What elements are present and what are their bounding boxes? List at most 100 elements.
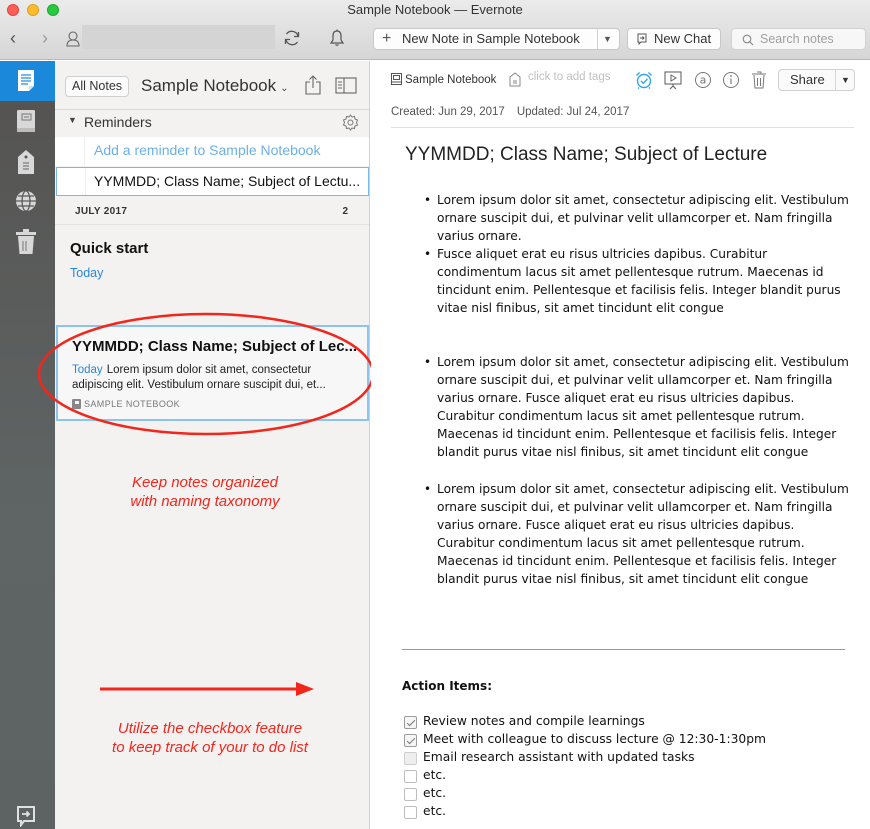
chat-icon — [637, 33, 647, 45]
action-items-heading: Action Items: — [402, 679, 492, 693]
month-label: JULY 2017 — [75, 206, 128, 217]
tags-input[interactable] — [528, 71, 628, 83]
notebook-link-label: Sample Notebook — [405, 74, 497, 86]
bullet-item: Lorem ipsum dolor sit amet, consectetur … — [401, 353, 851, 461]
todo-text: Meet with colleague to discuss lecture @… — [423, 732, 767, 746]
note-icon — [18, 70, 34, 91]
search-icon — [742, 34, 754, 46]
note-dates: Created: Jun 29, 2017 Updated: Jul 24, 20… — [391, 106, 629, 118]
add-reminder-link[interactable]: Add a reminder to Sample Notebook — [85, 137, 369, 166]
chevron-down-icon[interactable]: ▼ — [603, 29, 612, 49]
notebook-icon — [391, 73, 402, 85]
divider — [597, 29, 598, 49]
todo-text: etc. — [423, 786, 447, 800]
todo-checkbox[interactable] — [404, 752, 417, 765]
annotation-line: Utilize the checkbox feature — [117, 720, 303, 737]
account-name-field[interactable] — [82, 25, 275, 49]
chevron-down-icon[interactable]: ▼ — [841, 70, 850, 90]
new-note-label: New Note in Sample Notebook — [402, 31, 580, 46]
annotation-line: Keep notes organized — [132, 474, 278, 491]
note-list-header: All Notes Sample Notebook ⌄ — [55, 61, 369, 110]
reminders-header[interactable]: ▼ Reminders — [55, 111, 369, 136]
notebook-title: Sample Notebook — [141, 76, 277, 95]
todo-text: etc. — [423, 768, 447, 782]
annotation-ellipse — [37, 312, 375, 436]
note-title: Quick start — [70, 240, 149, 257]
forward-button[interactable]: › — [42, 28, 48, 48]
annotation-checkbox-text: Utilize the checkbox feature to keep tra… — [80, 719, 340, 757]
horizontal-rule — [402, 649, 845, 650]
editor-toolbar: Sample Notebook a — [371, 61, 870, 97]
note-editor: Sample Notebook a — [371, 61, 870, 829]
updated-date: Updated: Jul 24, 2017 — [516, 106, 630, 118]
reminder-spacer — [55, 137, 85, 166]
created-date: Created: Jun 29, 2017 — [391, 106, 505, 118]
all-notes-button[interactable]: All Notes — [65, 76, 130, 97]
todo-checkbox[interactable] — [404, 806, 417, 819]
chevron-down-icon[interactable]: ▼ — [68, 115, 77, 125]
bullet-list: Lorem ipsum dolor sit amet, consectetur … — [401, 480, 851, 588]
chevron-down-icon: ⌄ — [280, 83, 289, 94]
todo-text: Review notes and compile learnings — [423, 714, 645, 728]
trash-icon[interactable] — [751, 71, 767, 89]
share-button[interactable]: Share ▼ — [778, 69, 855, 91]
reminder-item[interactable]: YYMMDD; Class Name; Subject of Lectu... — [56, 167, 369, 196]
annotation-line: to keep track of your to do list — [112, 739, 308, 756]
divider — [85, 168, 86, 195]
sidebar — [0, 61, 55, 829]
view-options-icon[interactable] — [335, 77, 357, 94]
bullet-item: Lorem ipsum dolor sit amet, consectetur … — [401, 191, 851, 245]
tag-icon — [18, 150, 34, 174]
todo-text: Email research assistant with updated ta… — [423, 750, 695, 764]
bullet-list: Lorem ipsum dolor sit amet, consectetur … — [401, 353, 851, 461]
search-box[interactable] — [731, 28, 866, 50]
presentation-icon[interactable] — [664, 71, 682, 90]
note-body[interactable]: Lorem ipsum dolor sit amet, consectetur … — [401, 191, 851, 588]
trash-icon — [16, 229, 36, 254]
at-mention-icon[interactable]: a — [694, 71, 712, 89]
todo-checkbox[interactable] — [404, 770, 417, 783]
window-title: Sample Notebook — Evernote — [347, 2, 523, 17]
notebook-link[interactable]: Sample Notebook — [391, 73, 496, 86]
annotation-arrow — [100, 682, 314, 696]
bullet-item: Fusce aliquet erat eu risus ultricies da… — [401, 245, 851, 317]
reminder-alarm-icon[interactable] — [635, 71, 653, 89]
note-list-panel: All Notes Sample Notebook ⌄ ▼ Reminders A… — [55, 61, 370, 829]
reminders-label: Reminders — [84, 114, 152, 130]
sync-icon[interactable] — [283, 29, 301, 47]
sidebar-item-trash[interactable] — [0, 221, 55, 261]
search-input[interactable] — [760, 31, 860, 47]
todo-text: etc. — [423, 804, 447, 818]
note-title-field[interactable]: YYMMDD; Class Name; Subject of Lecture — [405, 144, 767, 166]
new-chat-label: New Chat — [654, 31, 712, 46]
sidebar-item-tags[interactable] — [0, 141, 55, 181]
share-notebook-icon[interactable] — [304, 75, 322, 95]
divider — [391, 127, 854, 128]
annotation-line: with naming taxonomy — [130, 493, 280, 510]
sidebar-item-notebooks[interactable] — [0, 101, 55, 141]
notebook-icon — [17, 110, 35, 132]
todo-checkbox[interactable] — [404, 788, 417, 801]
divider — [835, 70, 836, 90]
note-date: Today — [70, 266, 104, 280]
new-note-button[interactable]: + New Note in Sample Notebook ▼ — [373, 28, 620, 50]
notebook-selector[interactable]: Sample Notebook ⌄ — [141, 76, 289, 96]
todo-checkbox[interactable] — [404, 716, 417, 729]
bell-icon[interactable] — [329, 29, 345, 47]
new-chat-button[interactable]: New Chat — [627, 28, 721, 50]
tag-icon — [509, 72, 521, 87]
svg-text:a: a — [700, 74, 707, 87]
sidebar-item-work-chat[interactable] — [0, 181, 55, 221]
globe-icon — [16, 190, 36, 212]
month-count: 2 — [342, 206, 348, 217]
back-button[interactable]: ‹ — [10, 28, 16, 48]
gear-icon[interactable] — [342, 114, 359, 131]
bullet-item: Lorem ipsum dolor sit amet, consectetur … — [401, 480, 851, 588]
todo-checkbox[interactable] — [404, 734, 417, 747]
account-icon[interactable] — [66, 31, 80, 47]
title-bar: Sample Notebook — Evernote ‹ › + New Not… — [0, 0, 870, 60]
sidebar-item-notes[interactable] — [0, 61, 55, 101]
month-group-header: JULY 2017 2 — [55, 197, 369, 225]
switch-account-icon[interactable] — [15, 805, 37, 827]
info-icon[interactable] — [722, 71, 740, 89]
